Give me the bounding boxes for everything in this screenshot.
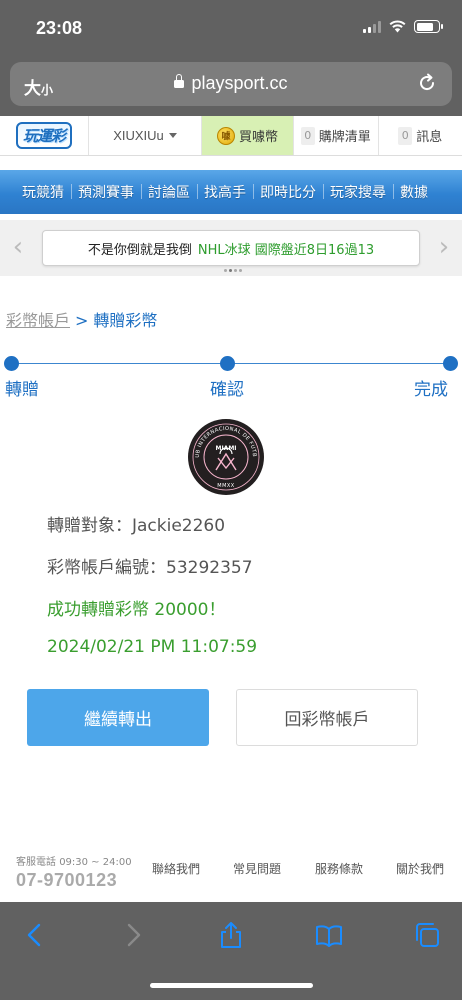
ticker-text: 不是你倒就是我倒 (87, 242, 192, 258)
messages-label: 訊息 (416, 130, 443, 145)
footer-link-contact[interactable]: 聯絡我們 (152, 860, 200, 877)
wifi-icon (389, 20, 406, 33)
purchase-list-label: 購牌清單 (318, 130, 371, 145)
success-message: 成功轉贈彩幣 20000！ (47, 600, 226, 620)
purchase-list-link[interactable]: 0 購牌清單 (293, 116, 378, 155)
lock-icon (174, 74, 185, 88)
account-row: 彩幣帳戶編號：53292357 (47, 553, 253, 578)
back-to-coin-account-button[interactable]: 回彩幣帳戶 (236, 689, 418, 746)
browser-toolbar: 大小 playsport.cc (0, 54, 462, 116)
step-label-transfer: 轉贈 (5, 380, 39, 400)
ticker-dot (234, 269, 237, 272)
ticker-item[interactable]: 不是你倒就是我倒 NHL冰球 國際盤近8日16過13 (42, 230, 420, 266)
bookmarks-icon[interactable] (314, 920, 344, 950)
recipient-value: Jackie2260 (132, 516, 226, 536)
continue-transfer-button[interactable]: 繼續轉出 (27, 689, 209, 746)
recipient-label: 轉贈對象： (47, 516, 132, 536)
nav-item-predictions[interactable]: 預測賽事 (71, 182, 141, 202)
nav-item-player-search[interactable]: 玩家搜尋 (323, 182, 393, 202)
tabs-icon[interactable] (412, 920, 442, 950)
account-value: 53292357 (166, 558, 253, 578)
ticker-pager (224, 269, 242, 272)
nav-item-play-guess[interactable]: 玩競猜 (0, 182, 71, 202)
news-ticker: ‹ 不是你倒就是我倒 NHL冰球 國際盤近8日16過13 › (0, 220, 462, 276)
footer-link-faq[interactable]: 常見問題 (233, 860, 281, 877)
step-label-done: 完成 (414, 380, 448, 400)
home-indicator (150, 983, 313, 988)
site-logo[interactable]: 玩運彩 (0, 116, 88, 155)
status-bar: 23:08 (0, 0, 462, 54)
user-menu[interactable]: XIUXIUu (88, 116, 201, 155)
purchase-list-count: 0 (300, 126, 315, 145)
messages-link[interactable]: 0 訊息 (377, 116, 462, 155)
url-text: playsport.cc (191, 73, 288, 93)
ticker-next-icon[interactable]: › (434, 232, 454, 262)
ticker-highlight: NHL冰球 國際盤近8日16過13 (197, 242, 375, 258)
footer-link-about[interactable]: 關於我們 (396, 860, 444, 877)
recipient-row: 轉贈對象：Jackie2260 (47, 511, 225, 536)
nav-item-live-scores[interactable]: 即時比分 (253, 182, 323, 202)
service-label: 客服電話 (16, 857, 56, 868)
step-dot-done (443, 356, 458, 371)
breadcrumb-coin-account[interactable]: 彩幣帳戶 (6, 311, 70, 330)
forward-icon[interactable] (118, 920, 148, 950)
club-badge-avatar: CLUB INTERNACIONAL DE FUTBOL MIAMI MMXX (187, 418, 264, 495)
main-nav: 玩競猜 預測賽事 討論區 找高手 即時比分 玩家搜尋 數據 (0, 170, 462, 214)
ticker-dot (224, 269, 227, 272)
nav-item-data[interactable]: 數據 (393, 182, 435, 202)
transfer-timestamp: 2024/02/21 PM 11:07:59 (47, 637, 258, 657)
ticker-prev-icon[interactable]: ‹ (8, 232, 28, 262)
footer-link-terms[interactable]: 服務條款 (315, 860, 363, 877)
account-label: 彩幣帳戶編號： (47, 558, 166, 578)
url-display[interactable]: playsport.cc (10, 73, 452, 94)
breadcrumb: 彩幣帳戶 > 轉贈彩幣 (6, 307, 157, 331)
status-time: 23:08 (36, 18, 83, 38)
service-hours-row: 客服電話 09:30 ~ 24:00 (16, 853, 132, 868)
caret-down-icon (168, 133, 177, 138)
address-bar[interactable]: 大小 playsport.cc (10, 62, 452, 106)
svg-text:MMXX: MMXX (217, 483, 235, 489)
service-phone[interactable]: 07-9700123 (16, 870, 132, 891)
buy-coins-button[interactable]: 噱 買噱幣 (201, 116, 293, 155)
site-header: 玩運彩 XIUXIUu 噱 買噱幣 0 購牌清單 0 訊息 (0, 116, 462, 156)
customer-service: 客服電話 09:30 ~ 24:00 07-9700123 (16, 853, 132, 891)
back-icon[interactable] (20, 920, 50, 950)
share-icon[interactable] (216, 920, 246, 950)
messages-count: 0 (398, 126, 413, 145)
reload-icon[interactable] (416, 72, 438, 94)
logo-text: 玩運彩 (15, 122, 72, 149)
breadcrumb-current: 轉贈彩幣 (93, 311, 158, 330)
nav-item-find-experts[interactable]: 找高手 (197, 182, 253, 202)
battery-icon (414, 20, 443, 33)
nav-item-forum[interactable]: 討論區 (141, 182, 197, 202)
coin-icon: 噱 (216, 126, 235, 145)
step-label-confirm: 確認 (210, 380, 244, 400)
buy-coins-label: 買噱幣 (238, 130, 278, 145)
service-hours: 09:30 ~ 24:00 (59, 857, 132, 868)
status-icons (363, 20, 443, 33)
cellular-signal-icon (363, 20, 381, 33)
ticker-dot (239, 269, 242, 272)
ticker-dot-active (229, 269, 232, 272)
step-dot-transfer (4, 356, 19, 371)
username: XIUXIUu (113, 128, 164, 143)
step-dot-confirm (220, 356, 235, 371)
breadcrumb-separator: > (75, 311, 89, 330)
